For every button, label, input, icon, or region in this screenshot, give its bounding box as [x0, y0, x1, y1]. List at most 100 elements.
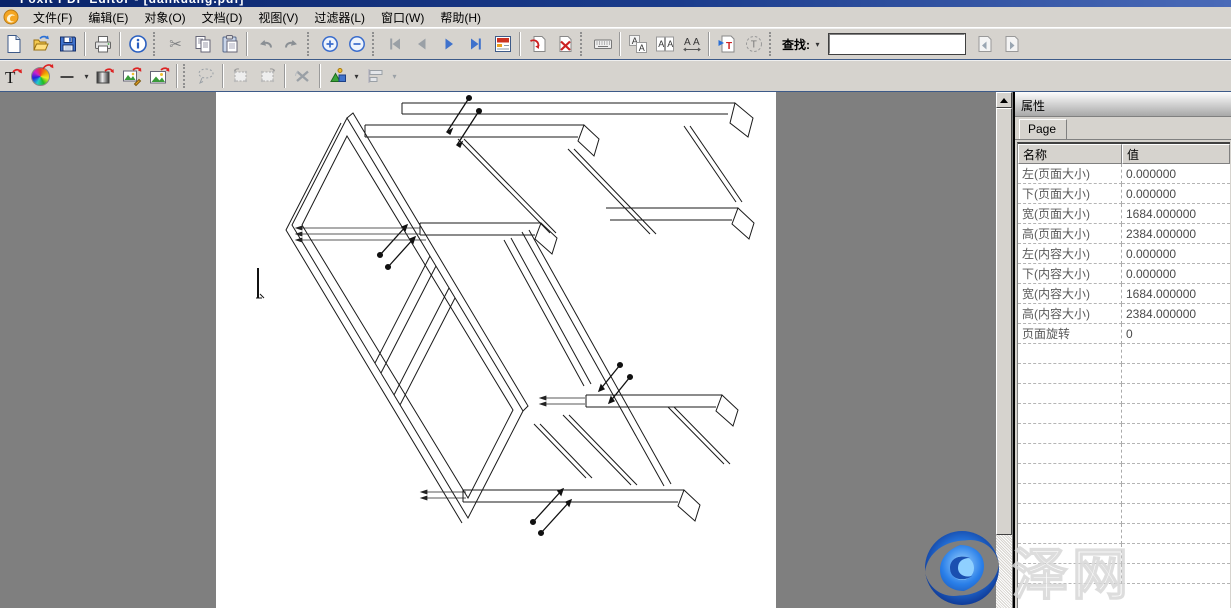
property-value[interactable]: 2384.000000	[1122, 224, 1230, 244]
frame-assembly-drawing	[216, 92, 776, 608]
scroll-up-button[interactable]	[996, 92, 1012, 108]
menu-filter[interactable]: 过滤器(L)	[306, 7, 373, 28]
shapes-button[interactable]	[324, 63, 351, 89]
property-value[interactable]: 1684.000000	[1122, 204, 1230, 224]
zoom-out-button[interactable]	[343, 31, 370, 57]
text-circle-icon: T	[744, 34, 764, 54]
delete-page-button[interactable]	[551, 31, 578, 57]
import-page-button[interactable]	[524, 31, 551, 57]
image-insert-button[interactable]	[146, 63, 173, 89]
copy-icon	[193, 34, 213, 54]
color-button[interactable]	[27, 63, 54, 89]
menu-edit[interactable]: 编辑(E)	[80, 7, 136, 28]
shading-button[interactable]	[92, 63, 119, 89]
application-window: Foxit PDF Editor - [dankuang.pdf] 文件(F) …	[0, 0, 1231, 608]
toolbar-grip[interactable]	[769, 32, 774, 56]
text-import-button[interactable]: T	[713, 31, 740, 57]
open-button[interactable]	[27, 31, 54, 57]
empty-row	[1018, 424, 1230, 444]
text-circle-button[interactable]: T	[740, 31, 767, 57]
save-floppy-icon	[58, 34, 78, 54]
menu-file[interactable]: 文件(F)	[25, 7, 80, 28]
menu-view[interactable]: 视图(V)	[250, 7, 306, 28]
property-name: 左(内容大小)	[1018, 244, 1122, 264]
property-value[interactable]: 0.000000	[1122, 164, 1230, 184]
print-button[interactable]	[89, 31, 116, 57]
empty-row	[1018, 344, 1230, 364]
next-page-button[interactable]	[435, 31, 462, 57]
toolbar-separator	[519, 32, 521, 56]
redo-button[interactable]	[278, 31, 305, 57]
last-page-button[interactable]	[462, 31, 489, 57]
menu-window[interactable]: 窗口(W)	[373, 7, 432, 28]
copy-button[interactable]	[189, 31, 216, 57]
page-layout-button[interactable]	[489, 31, 516, 57]
save-button[interactable]	[54, 31, 81, 57]
shapes-icon	[328, 66, 348, 86]
delete-object-button[interactable]	[289, 63, 316, 89]
lasso-button[interactable]	[192, 63, 219, 89]
prev-page-button[interactable]	[408, 31, 435, 57]
image-edit-button[interactable]	[119, 63, 146, 89]
image-edit-icon	[122, 66, 143, 87]
first-page-button[interactable]	[381, 31, 408, 57]
menu-document[interactable]: 文档(D)	[194, 7, 251, 28]
keyboard-button[interactable]	[589, 31, 616, 57]
red-arrow-icon	[42, 63, 54, 73]
property-row: 宽(页面大小)1684.000000	[1018, 204, 1230, 224]
paste-button[interactable]	[216, 31, 243, 57]
add-text-button[interactable]: T	[0, 63, 27, 89]
cut-scissors-icon: ✂	[169, 37, 182, 52]
property-name: 高(页面大小)	[1018, 224, 1122, 244]
line-dropdown-button[interactable]: ▾	[81, 72, 92, 81]
property-value[interactable]: 0	[1122, 324, 1230, 344]
property-value[interactable]: 2384.000000	[1122, 304, 1230, 324]
column-header-value: 值	[1122, 144, 1230, 164]
shapes-dropdown-button[interactable]: ▾	[351, 72, 362, 81]
new-page-icon	[4, 34, 24, 54]
property-value[interactable]: 0.000000	[1122, 264, 1230, 284]
document-info-button[interactable]	[124, 31, 151, 57]
toolbar-grip[interactable]	[580, 32, 585, 56]
find-input[interactable]	[829, 34, 965, 54]
line-tool-button[interactable]	[54, 63, 81, 89]
font-narrow-button[interactable]: AA	[651, 31, 678, 57]
property-value[interactable]: 0.000000	[1122, 244, 1230, 264]
text-cursor	[256, 268, 264, 298]
property-row: 高(内容大小)2384.000000	[1018, 304, 1230, 324]
svg-text:T: T	[750, 40, 756, 51]
find-prev-button[interactable]	[971, 31, 998, 57]
toolbar-grip[interactable]	[183, 64, 188, 88]
toolbar-separator	[222, 64, 224, 88]
font-replace-icon: AA	[628, 34, 648, 54]
scrollbar-thumb[interactable]	[996, 108, 1012, 535]
undo-button[interactable]	[251, 31, 278, 57]
empty-row	[1018, 404, 1230, 424]
property-row: 左(内容大小)0.000000	[1018, 244, 1230, 264]
find-next-button[interactable]	[998, 31, 1025, 57]
zoom-in-icon	[320, 34, 340, 54]
menu-object[interactable]: 对象(O)	[136, 7, 193, 28]
transform-prev-button[interactable]	[227, 63, 254, 89]
tab-page[interactable]: Page	[1019, 119, 1067, 139]
vertical-scrollbar[interactable]	[996, 92, 1012, 608]
align-dropdown-button[interactable]: ▾	[389, 72, 400, 81]
property-value[interactable]: 1684.000000	[1122, 284, 1230, 304]
toolbar-grip[interactable]	[153, 32, 158, 56]
toolbar-grip[interactable]	[307, 32, 312, 56]
delete-page-icon	[555, 34, 575, 54]
new-button[interactable]	[0, 31, 27, 57]
page-layout-icon	[493, 34, 513, 54]
align-button[interactable]	[362, 63, 389, 89]
menu-help[interactable]: 帮助(H)	[432, 7, 489, 28]
transform-next-button[interactable]	[254, 63, 281, 89]
cut-button[interactable]: ✂	[162, 31, 189, 57]
document-page[interactable]	[216, 92, 776, 608]
toolbar-grip[interactable]	[372, 32, 377, 56]
keyboard-icon	[593, 34, 613, 54]
find-dropdown-button[interactable]: ▾	[812, 40, 823, 49]
property-value[interactable]: 0.000000	[1122, 184, 1230, 204]
font-replace-button[interactable]: AA	[624, 31, 651, 57]
font-widen-button[interactable]: AA	[678, 31, 705, 57]
zoom-in-button[interactable]	[316, 31, 343, 57]
